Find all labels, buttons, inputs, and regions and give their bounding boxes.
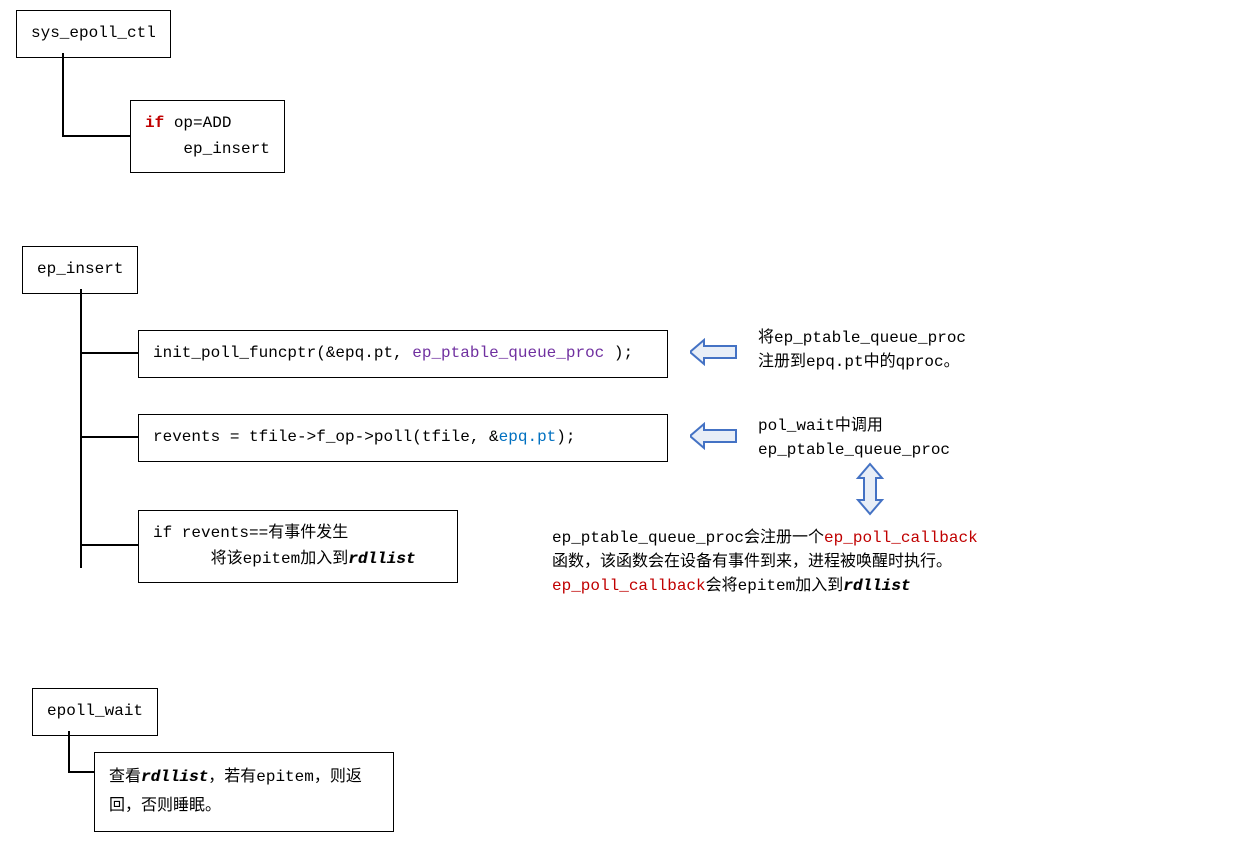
epoll-wait-part1: 查看 bbox=[109, 768, 141, 786]
connector-horizontal bbox=[80, 352, 138, 354]
epoll-wait-title-box: epoll_wait bbox=[32, 688, 158, 736]
annotation-3-part2: 函数，该函数会在设备有事件到来，进程被唤醒时执行。 bbox=[552, 553, 952, 571]
epoll-wait-desc-box: 查看rdllist，若有epitem，则返回，否则睡眠。 bbox=[94, 752, 394, 832]
annotation-3-part3: 会将epitem加入到 bbox=[706, 577, 844, 595]
annotation-1: 将ep_ptable_queue_proc 注册到epq.pt中的qproc。 bbox=[758, 326, 966, 374]
revents-poll-box: revents = tfile->f_op->poll(tfile, &epq.… bbox=[138, 414, 668, 462]
if-revents-line1: if revents==有事件发生 bbox=[153, 524, 348, 542]
sys-epoll-ctl-title: sys_epoll_ctl bbox=[31, 24, 156, 42]
init-poll-funcptr-box: init_poll_funcptr(&epq.pt, ep_ptable_que… bbox=[138, 330, 668, 378]
revents-prefix: revents = tfile->f_op->poll(tfile, & bbox=[153, 428, 499, 446]
init-poll-suffix: ); bbox=[604, 344, 633, 362]
if-keyword: if bbox=[145, 114, 174, 132]
epoll-wait-title: epoll_wait bbox=[47, 702, 143, 720]
if-condition: op=ADD bbox=[174, 114, 232, 132]
ep-insert-text: ep_insert bbox=[183, 140, 269, 158]
annotation-3: ep_ptable_queue_proc会注册一个ep_poll_callbac… bbox=[552, 526, 1212, 598]
ep-insert-title-box: ep_insert bbox=[22, 246, 138, 294]
connector-vertical bbox=[62, 53, 64, 135]
connector-horizontal bbox=[80, 436, 138, 438]
left-block-arrow-icon bbox=[690, 338, 738, 366]
rdllist-bold-wait: rdllist bbox=[141, 768, 208, 786]
ep-ptable-queue-proc-purple: ep_ptable_queue_proc bbox=[412, 344, 604, 362]
connector-vertical bbox=[80, 289, 82, 568]
rdllist-bold: rdllist bbox=[348, 550, 415, 568]
connector-horizontal bbox=[80, 544, 138, 546]
annotation-1-line2: 注册到epq.pt中的qproc。 bbox=[758, 353, 960, 371]
up-down-block-arrow-icon bbox=[854, 462, 886, 516]
left-block-arrow-icon bbox=[690, 422, 738, 450]
if-revents-line2-prefix: 将该epitem加入到 bbox=[211, 550, 349, 568]
connector-vertical bbox=[68, 731, 70, 771]
if-op-add-box: if op=ADD ep_insert bbox=[130, 100, 285, 173]
ep-poll-callback-red: ep_poll_callback bbox=[824, 529, 978, 547]
annotation-2: pol_wait中调用 ep_ptable_queue_proc bbox=[758, 414, 950, 462]
if-revents-box: if revents==有事件发生 将该epitem加入到rdllist bbox=[138, 510, 458, 583]
epq-pt-blue: epq.pt bbox=[499, 428, 557, 446]
rdllist-bold-annotation: rdllist bbox=[843, 577, 910, 595]
sys-epoll-ctl-title-box: sys_epoll_ctl bbox=[16, 10, 171, 58]
ep-insert-title: ep_insert bbox=[37, 260, 123, 278]
annotation-2-line2: ep_ptable_queue_proc bbox=[758, 441, 950, 459]
annotation-1-line1: 将ep_ptable_queue_proc bbox=[758, 329, 966, 347]
annotation-3-part1: ep_ptable_queue_proc会注册一个 bbox=[552, 529, 824, 547]
connector-horizontal bbox=[68, 771, 94, 773]
init-poll-prefix: init_poll_funcptr(&epq.pt, bbox=[153, 344, 412, 362]
revents-suffix: ); bbox=[556, 428, 575, 446]
ep-poll-callback-red2: ep_poll_callback bbox=[552, 577, 706, 595]
connector-horizontal bbox=[62, 135, 130, 137]
annotation-2-line1: pol_wait中调用 bbox=[758, 417, 883, 435]
